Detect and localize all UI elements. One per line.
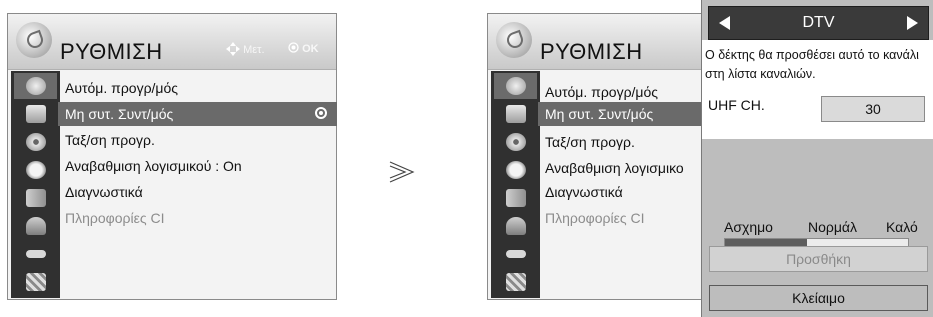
menu-item-ci-info[interactable]: Πληροφορίες CI (65, 206, 164, 230)
category-lock[interactable] (14, 213, 57, 239)
clapper-icon (506, 273, 526, 291)
category-input[interactable] (494, 241, 537, 267)
menu-item-manual-tuning[interactable]: Μη συτ. Συντ/μός (58, 102, 337, 126)
setup-menu-panel: ΡΥΘΜΙΣΗ Μετ. OK Αυτόμ. προγρ/μός Μη συτ.… (7, 13, 337, 300)
category-picture[interactable] (14, 101, 57, 127)
category-time[interactable] (14, 157, 57, 183)
move-hint-label: Μετ. (243, 44, 265, 56)
move-hint: Μετ. (226, 42, 265, 56)
category-time[interactable] (494, 157, 537, 183)
menu-item-label: Μη συτ. Συντ/μός (65, 106, 174, 122)
mode-value: DTV (802, 14, 835, 31)
uhf-channel-label: UHF CH. (708, 97, 765, 113)
menu-header: ΡΥΘΜΙΣΗ Μετ. OK (8, 14, 336, 70)
quality-label-bad: Ασχημο (724, 219, 773, 235)
menu-item-auto-tuning[interactable]: Αυτόμ. προγρ/μός (545, 80, 658, 104)
ok-hint-label: OK (302, 43, 319, 55)
category-lock[interactable] (494, 213, 537, 239)
cable-icon (26, 250, 46, 258)
category-audio[interactable] (494, 129, 537, 155)
menu-item-ci-info[interactable]: Πληροφορίες CI (545, 206, 644, 230)
menu-item-label: Μη συτ. Συντ/μός (545, 106, 654, 122)
menu-item-programme-edit[interactable]: Ταξ/ση προγρ. (545, 130, 635, 154)
menu-item-diagnostics[interactable]: Διαγνωστικά (545, 180, 623, 204)
clapper-icon (26, 273, 46, 291)
close-button[interactable]: Κλείαιμο (709, 285, 928, 311)
disc-icon (26, 133, 46, 151)
cable-icon (506, 250, 526, 258)
padlock-icon (26, 217, 46, 235)
info-message: Ο δέκτης θα προσθέσει αυτό το κανάλι στη… (705, 48, 919, 81)
tv-icon (506, 105, 526, 123)
menu-item-software-update[interactable]: Αναβαθμιση λογισμικο (545, 156, 684, 180)
category-audio[interactable] (14, 129, 57, 155)
mode-selector[interactable]: DTV (708, 6, 929, 40)
lock-icon (26, 189, 46, 207)
satellite-icon (16, 22, 52, 58)
selected-radio-icon (315, 107, 327, 119)
category-icon-column (11, 71, 60, 298)
menu-item-diagnostics[interactable]: Διαγνωστικά (65, 180, 143, 204)
lock-icon (506, 189, 526, 207)
ok-hint: OK (288, 42, 319, 55)
category-media[interactable] (14, 269, 57, 295)
satellite-icon (26, 77, 46, 95)
menu-item-auto-tuning[interactable]: Αυτόμ. προγρ/μός (65, 76, 178, 100)
quality-label-normal: Νορμάλ (808, 219, 858, 235)
menu-item-programme-edit[interactable]: Ταξ/ση προγρ. (65, 128, 155, 152)
arrow-right-icon[interactable] (907, 16, 918, 30)
menu-title: ΡΥΘΜΙΣΗ (540, 39, 643, 64)
category-option[interactable] (14, 185, 57, 211)
category-option[interactable] (494, 185, 537, 211)
clock-icon (506, 161, 526, 179)
manual-tuning-dialog: DTV Ο δέκτης θα προσθέσει αυτό το κανάλι… (701, 0, 933, 317)
category-picture[interactable] (494, 101, 537, 127)
move-arrows-icon (226, 42, 240, 56)
uhf-channel-field[interactable]: 30 (821, 96, 925, 122)
disc-icon (506, 133, 526, 151)
satellite-icon (506, 77, 526, 95)
category-satellite[interactable] (494, 73, 537, 99)
clock-icon (26, 161, 46, 179)
category-satellite[interactable] (14, 73, 57, 99)
add-button[interactable]: Προσθήκη (709, 246, 928, 272)
next-step-arrow-icon (389, 161, 415, 183)
quality-label-good: Καλό (886, 219, 918, 235)
category-icon-column (491, 71, 540, 298)
menu-title: ΡΥΘΜΙΣΗ (60, 39, 163, 64)
ok-icon (288, 42, 299, 53)
padlock-icon (506, 217, 526, 235)
menu-item-software-update[interactable]: Αναβαθμιση λογισμικού : On (65, 154, 242, 178)
category-media[interactable] (494, 269, 537, 295)
tv-icon (26, 105, 46, 123)
satellite-icon (496, 22, 532, 58)
category-input[interactable] (14, 241, 57, 267)
